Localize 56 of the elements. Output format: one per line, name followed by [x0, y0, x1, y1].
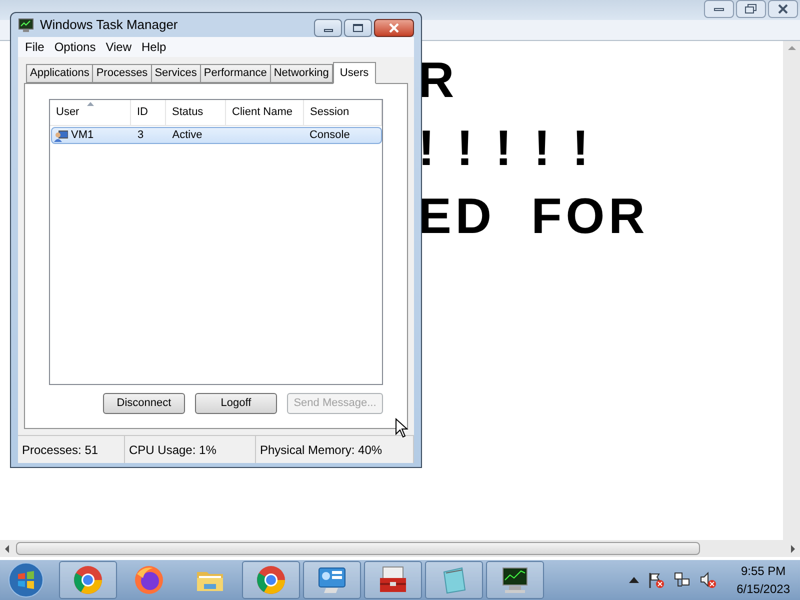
menu-item[interactable]: Help [136, 38, 172, 56]
text-line: ! ! ! ! ! [418, 119, 594, 177]
table-row[interactable]: VM1 3 Active Console [51, 127, 382, 144]
close-button[interactable] [374, 19, 414, 37]
close-button[interactable] [768, 0, 798, 18]
scroll-right-arrow-icon[interactable] [790, 544, 796, 552]
round-browser-icon[interactable] [72, 564, 104, 596]
button[interactable]: Disconnect [103, 393, 185, 414]
maximize-button[interactable] [344, 19, 372, 37]
restore-button[interactable] [736, 0, 766, 18]
restore-icon [745, 4, 757, 14]
round-browser-icon[interactable] [255, 564, 287, 596]
minimize-button[interactable] [314, 19, 342, 37]
tab[interactable]: Processes [92, 64, 152, 83]
menu-item[interactable]: Options [49, 38, 101, 56]
speaker-muted-icon[interactable] [698, 571, 717, 589]
status-text: Physical Memory: 40% [260, 442, 382, 458]
table-cell-text: VM1 [71, 128, 94, 144]
column-header[interactable]: User [50, 100, 131, 125]
close-icon [388, 23, 400, 33]
clock-time[interactable]: 9:55 PM [740, 562, 786, 580]
column-header[interactable]: Status [166, 100, 226, 125]
monitor-icon [18, 17, 34, 33]
column-header[interactable]: Session [304, 100, 382, 125]
tab[interactable]: Applications [26, 64, 94, 83]
window-title: Windows Task Manager [40, 16, 179, 34]
table-cell: Active [172, 129, 202, 142]
text-line: R [418, 51, 460, 109]
minimize-button[interactable] [704, 0, 734, 18]
tab[interactable]: Users [332, 62, 376, 84]
text-line: ED FOR [418, 187, 650, 245]
close-icon [777, 4, 789, 14]
tab[interactable]: Services [150, 64, 201, 83]
scroll-left-arrow-icon[interactable] [4, 544, 10, 552]
menu-item[interactable]: View [100, 38, 136, 56]
status-text: CPU Usage: 1% [129, 442, 216, 458]
status-text: Processes: 51 [22, 442, 98, 458]
horizontal-scrollbar[interactable] [0, 540, 800, 557]
column-header[interactable]: Client Name [226, 100, 304, 125]
column-header[interactable]: ID [131, 100, 166, 125]
table-cell: 3 [137, 129, 144, 142]
show-hidden-icons-icon[interactable] [628, 577, 639, 583]
menu-item[interactable]: File [20, 38, 50, 56]
start-button[interactable] [6, 561, 46, 599]
sort-arrow-icon [87, 102, 94, 106]
tab[interactable]: Networking [270, 64, 333, 83]
table-cell: Console [309, 129, 350, 142]
network-icon[interactable] [672, 571, 691, 589]
fox-globe-icon[interactable] [133, 564, 165, 596]
clock-date[interactable]: 6/15/2023 [736, 580, 790, 598]
vertical-scrollbar[interactable] [783, 41, 800, 540]
tab[interactable]: Performance [200, 64, 271, 83]
user-computer-icon [54, 130, 68, 142]
scrollbar-thumb[interactable] [16, 542, 700, 555]
flag-icon[interactable] [646, 571, 665, 589]
button[interactable]: Logoff [195, 393, 277, 414]
